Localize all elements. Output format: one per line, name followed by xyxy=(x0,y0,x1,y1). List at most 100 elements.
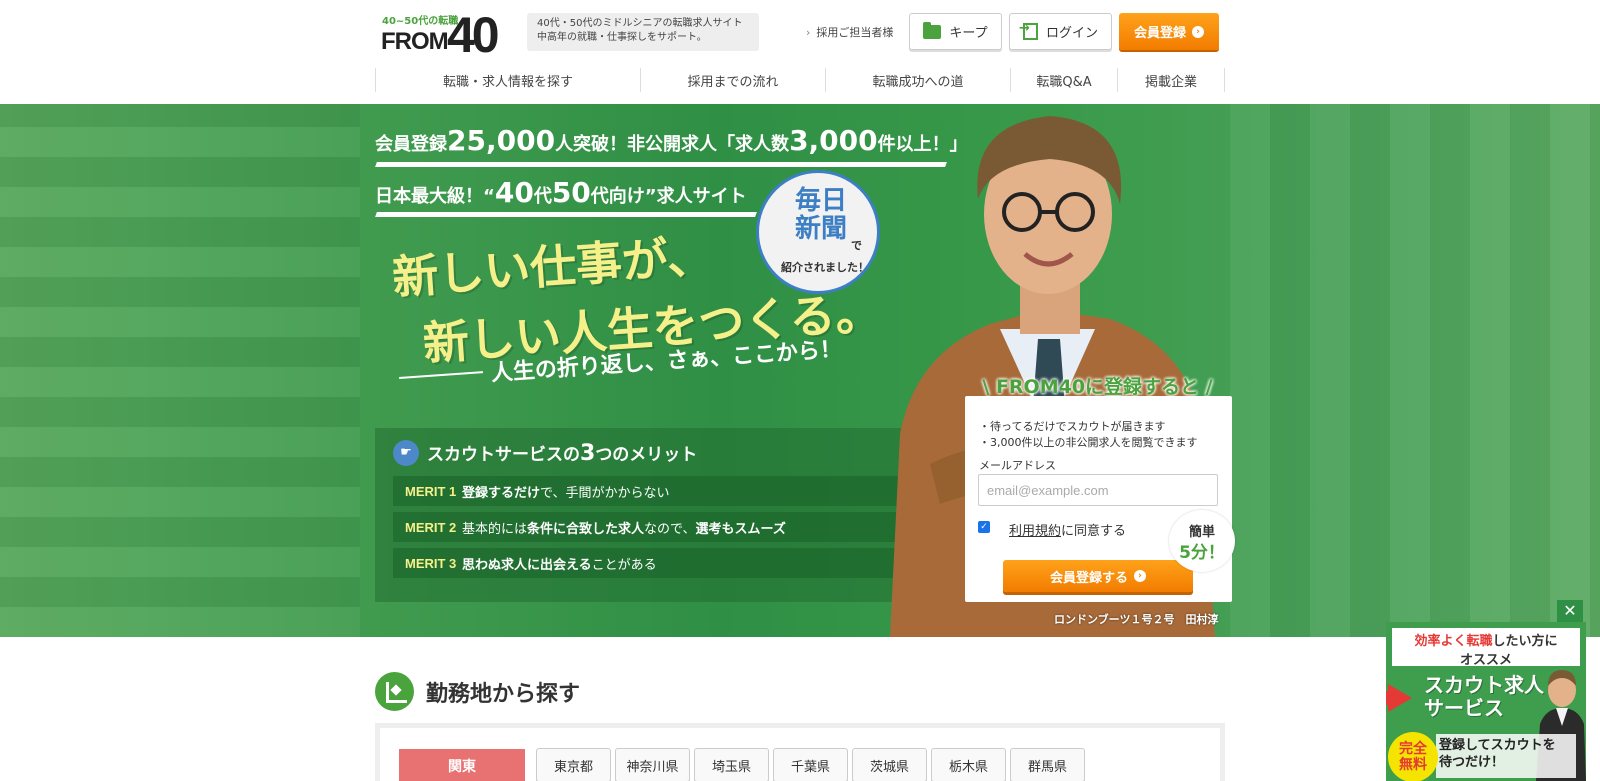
site-header: 40~50代の転職 FROM 40 40代・50代のミドルシニアの転職求人サイト… xyxy=(0,0,1600,104)
member-count: 25,000 xyxy=(447,124,556,157)
register-form: ・待ってるだけでスカウトが届きます ・3,000件以上の非公開求人を閲覧できます… xyxy=(965,396,1232,602)
easy-5min-bubble: 簡単 5分！ xyxy=(1169,510,1235,572)
prefecture-button[interactable]: 神奈川県 xyxy=(615,748,690,781)
chevron-right-icon: › xyxy=(806,26,811,39)
global-nav: 転職・求人情報を探す 採用までの流れ 転職成功への道 転職Q&A 掲載企業 xyxy=(375,68,1225,92)
headline-part: 会員登録 xyxy=(375,134,447,155)
merit-heading-text: スカウトサービスの xyxy=(427,445,580,465)
merit-bold: 条件に合致した求人 xyxy=(527,521,645,537)
chevron-circle-icon: › xyxy=(1134,570,1146,582)
logo-wordmark: FROM xyxy=(381,28,449,55)
nav-item-success[interactable]: 転職成功への道 xyxy=(825,68,1010,92)
terms-agreement: 利用規約に同意する xyxy=(1009,520,1126,539)
merit-label: MERIT 2 xyxy=(405,519,457,535)
merit-text: 基本的には xyxy=(462,521,528,537)
float-bottom-text: 登録してスカウトを 待つだけ！ xyxy=(1439,737,1556,777)
login-button[interactable]: ログイン xyxy=(1009,13,1112,50)
prefecture-button[interactable]: 栃木県 xyxy=(931,748,1006,781)
login-icon xyxy=(1019,21,1038,40)
float-highlight: 効率よく転職 xyxy=(1414,634,1493,649)
nav-item-job-search[interactable]: 転職・求人情報を探す xyxy=(375,68,640,92)
terms-text: に同意する xyxy=(1061,524,1127,539)
terms-link[interactable]: 利用規約 xyxy=(1009,524,1061,539)
nav-item-companies[interactable]: 掲載企業 xyxy=(1117,68,1225,92)
badge-line: 毎日 xyxy=(794,186,847,216)
prefecture-button[interactable]: 茨城県 xyxy=(852,748,927,781)
merit-row-2: MERIT 2 基本的には 条件に合致した求人 なので、 選考もスムーズ xyxy=(393,512,903,542)
headline-part: 代向け”求人サイト xyxy=(590,186,747,207)
register-button[interactable]: 会員登録 › xyxy=(1119,13,1219,50)
prefecture-button[interactable]: 東京都 xyxy=(536,748,611,781)
merit-heading-number: 3 xyxy=(580,441,596,466)
area-search-heading: 勤務地から探す xyxy=(375,672,580,711)
nav-item-label: 採用までの流れ xyxy=(687,74,779,90)
headline-underline xyxy=(375,212,757,217)
nav-item-label: 転職・求人情報を探す xyxy=(442,74,573,90)
merit-box: ☛ スカウトサービスの3つのメリット MERIT 1 登録するだけ で、手間がかか… xyxy=(375,428,921,602)
bubble-line-2: 5分！ xyxy=(1179,543,1225,563)
merit-bold: 登録するだけ xyxy=(462,485,541,501)
arrow-right-icon xyxy=(1388,684,1412,712)
login-button-label: ログイン xyxy=(1045,26,1098,41)
area-search-box: 関東 東京都 神奈川県 埼玉県 千葉県 茨城県 栃木県 群馬県 xyxy=(375,723,1225,781)
pointing-hand-icon: ☛ xyxy=(393,440,419,466)
job-count: 3,000 xyxy=(789,124,878,157)
register-submit-button[interactable]: 会員登録する › xyxy=(1003,560,1193,592)
nav-item-label: 転職Q&A xyxy=(1036,74,1092,90)
free-badge-line-1: 完全 xyxy=(1399,741,1427,757)
nav-item-hiring-flow[interactable]: 採用までの流れ xyxy=(640,68,825,92)
merit-bold: 思わぬ求人に出会える xyxy=(462,557,592,573)
section-title: 勤務地から探す xyxy=(426,681,581,707)
merit-label: MERIT 1 xyxy=(405,483,457,499)
free-badge-line-2: 無料 xyxy=(1399,757,1427,773)
email-field[interactable] xyxy=(978,474,1218,506)
hero-sub-headline: 日本最大級！“40代50代向け”求人サイト xyxy=(375,176,747,209)
register-button-label: 会員登録 xyxy=(1133,26,1186,41)
badge-title: 毎日 新聞 xyxy=(759,187,883,243)
terms-checkbox[interactable]: ✓ xyxy=(978,521,990,533)
float-header-line-1: 効率よく転職したい方に xyxy=(1392,630,1580,649)
headline-part: 40 xyxy=(494,176,534,209)
merit-row-3: MERIT 3 思わぬ求人に出会える ことがある xyxy=(393,548,903,578)
headline-part: 日本最大級！“ xyxy=(375,186,495,207)
photo-caption: ロンドンブーツ１号２号 田村淳 xyxy=(1054,613,1219,626)
merit-heading-text: つのメリット xyxy=(595,445,698,465)
nav-item-label: 転職成功への道 xyxy=(872,74,964,90)
submit-label: 会員登録する xyxy=(1049,570,1128,586)
tagline-line-2: 中高年の就職・仕事探しをサポート。 xyxy=(537,32,707,43)
scout-service-floating-banner[interactable]: 効率よく転職したい方に オススメ スカウト求人 サービス 完全 無料 登録してス… xyxy=(1386,622,1586,781)
decorative-line xyxy=(399,371,483,379)
site-tagline: 40代・50代のミドルシニアの転職求人サイト 中高年の就職・仕事探しをサポート。 xyxy=(527,13,759,51)
headline-underline xyxy=(375,162,947,167)
nav-item-label: 掲載企業 xyxy=(1144,74,1197,90)
merit-text: ことがある xyxy=(591,557,657,573)
background-blur-right xyxy=(1230,104,1600,637)
prefecture-button[interactable]: 群馬県 xyxy=(1010,748,1085,781)
recruiter-link-label: 採用ご担当者様 xyxy=(816,26,894,39)
merit-row-1: MERIT 1 登録するだけ で、手間がかからない xyxy=(393,476,903,506)
tagline-line-1: 40代・50代のミドルシニアの転職求人サイト xyxy=(537,18,743,29)
background-blur-left xyxy=(0,104,360,637)
register-form-title: \ FROM40に登録すると / xyxy=(982,376,1213,398)
float-main-line-1: スカウト求人 xyxy=(1424,673,1544,697)
prefecture-button[interactable]: 千葉県 xyxy=(773,748,848,781)
nav-item-qa[interactable]: 転職Q&A xyxy=(1010,68,1117,92)
region-label-kanto: 関東 xyxy=(399,749,525,781)
headline-part: 代 xyxy=(533,186,552,207)
headline-part: 50 xyxy=(551,176,591,209)
badge-de: で xyxy=(851,239,862,252)
map-route-icon xyxy=(375,672,414,711)
site-logo[interactable]: 40~50代の転職 FROM 40 xyxy=(381,7,517,63)
folder-icon xyxy=(923,21,942,39)
logo-number: 40 xyxy=(447,7,500,63)
merit-bold: 選考もスムーズ xyxy=(695,521,786,537)
float-main-text: スカウト求人 サービス xyxy=(1424,674,1544,720)
email-label: メールアドレス xyxy=(979,459,1056,472)
hero-banner: 会員登録25,000人突破！非公開求人「求人数3,000件以上！」 日本最大級！… xyxy=(0,104,1600,637)
recruiter-link[interactable]: › 採用ご担当者様 xyxy=(806,24,893,40)
close-icon[interactable]: ✕ xyxy=(1557,600,1583,622)
keep-button[interactable]: キープ xyxy=(909,13,1002,50)
merit-label: MERIT 3 xyxy=(405,555,457,571)
prefecture-button[interactable]: 埼玉県 xyxy=(694,748,769,781)
badge-line: 新聞 xyxy=(794,214,847,244)
